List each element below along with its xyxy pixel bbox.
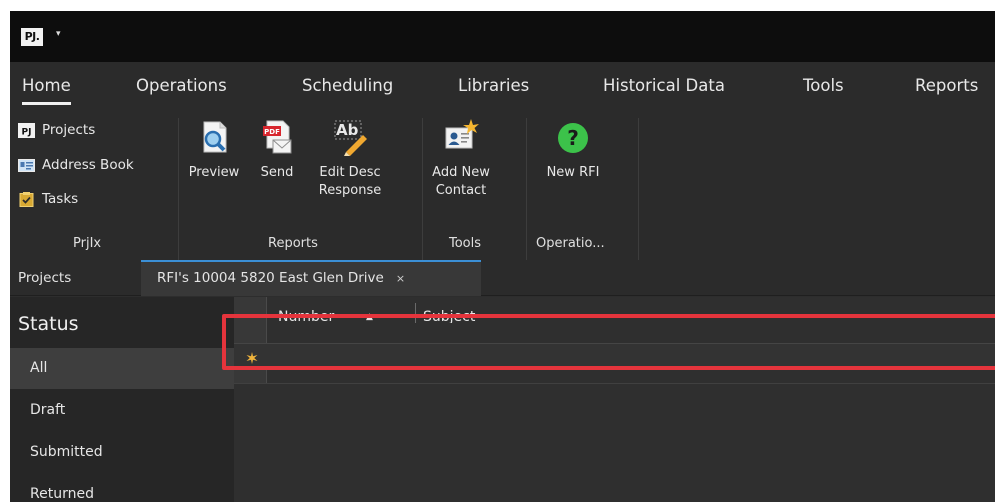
ribbon: PJ Projects Address Book Tasks PrjIx Pre… xyxy=(10,112,995,260)
close-icon[interactable]: × xyxy=(396,272,405,285)
pdf-send-icon: PDF xyxy=(259,118,295,156)
ab-text: Ab xyxy=(336,121,359,139)
tab-tools[interactable]: Tools xyxy=(803,76,844,95)
grid-divider xyxy=(234,383,995,384)
ribbon-separator xyxy=(178,118,179,260)
ribbon-separator xyxy=(422,118,423,260)
status-item-draft[interactable]: Draft xyxy=(10,390,234,431)
projects-button[interactable]: PJ Projects xyxy=(18,119,95,141)
svg-text:PJ: PJ xyxy=(22,127,32,137)
status-item-submitted[interactable]: Submitted xyxy=(10,432,234,473)
preview-magnifier-icon xyxy=(196,118,232,156)
edit-desc-label: Edit Desc xyxy=(319,165,381,180)
preview-button[interactable]: Preview xyxy=(188,118,240,182)
status-title: Status xyxy=(18,313,79,335)
app-logo-icon[interactable]: PJ. xyxy=(21,28,43,46)
group-label-tools: Tools xyxy=(449,236,482,251)
help-question-icon: ? xyxy=(555,118,591,156)
tab-home[interactable]: Home xyxy=(22,76,71,105)
status-sidebar: Status All Draft Submitted Returned xyxy=(10,297,234,502)
tasks-label: Tasks xyxy=(42,191,79,207)
document-tabs: Projects RFI's 10004 5820 East Glen Driv… xyxy=(10,260,995,296)
tasks-button[interactable]: Tasks xyxy=(18,188,78,210)
pj-logo-icon: PJ xyxy=(18,122,35,138)
clipboard-icon xyxy=(18,191,35,207)
group-label-operations: Operatio... xyxy=(536,236,605,251)
edit-desc-response-button[interactable]: Ab Edit Desc Response xyxy=(314,118,386,200)
tab-scheduling[interactable]: Scheduling xyxy=(302,76,393,95)
address-card-icon xyxy=(18,158,35,173)
preview-label: Preview xyxy=(188,165,240,180)
response-label: Response xyxy=(318,183,382,198)
send-button[interactable]: PDF Send xyxy=(256,118,298,182)
app-window: PJ. ▾ Home Operations Scheduling Librari… xyxy=(10,11,995,502)
highlight-box xyxy=(222,314,995,370)
tab-operations[interactable]: Operations xyxy=(136,76,227,95)
tab-reports[interactable]: Reports xyxy=(915,76,978,95)
projects-label: Projects xyxy=(42,122,96,138)
group-label-prjix: PrjIx xyxy=(73,236,102,251)
send-label: Send xyxy=(260,165,294,180)
tab-rfi-label: RFI's 10004 5820 East Glen Drive xyxy=(157,270,384,286)
tab-historical-data[interactable]: Historical Data xyxy=(603,76,725,95)
add-new-label: Add New xyxy=(432,165,490,180)
quick-access-dropdown-icon[interactable]: ▾ xyxy=(56,29,61,39)
status-item-all[interactable]: All xyxy=(10,348,234,389)
menu-bar: Home Operations Scheduling Libraries His… xyxy=(10,62,995,112)
address-book-button[interactable]: Address Book xyxy=(18,154,134,176)
title-bar: PJ. ▾ xyxy=(10,11,995,62)
pdf-badge-text: PDF xyxy=(264,128,280,136)
add-new-contact-button[interactable]: Add New Contact xyxy=(430,118,492,200)
new-rfi-button[interactable]: ? New RFI xyxy=(538,118,608,182)
edit-text-pencil-icon: Ab xyxy=(332,118,368,156)
new-rfi-label: New RFI xyxy=(546,165,600,180)
tab-projects[interactable]: Projects xyxy=(10,260,141,296)
contact-label: Contact xyxy=(435,183,487,198)
status-item-returned[interactable]: Returned xyxy=(10,474,234,502)
address-book-label: Address Book xyxy=(42,157,134,173)
add-contact-icon xyxy=(443,118,479,156)
ribbon-separator xyxy=(526,118,527,260)
tab-rfi[interactable]: RFI's 10004 5820 East Glen Drive × xyxy=(141,260,481,296)
question-mark-text: ? xyxy=(567,126,579,150)
tab-libraries[interactable]: Libraries xyxy=(458,76,529,95)
group-label-reports: Reports xyxy=(268,236,318,251)
ribbon-separator xyxy=(638,118,639,260)
